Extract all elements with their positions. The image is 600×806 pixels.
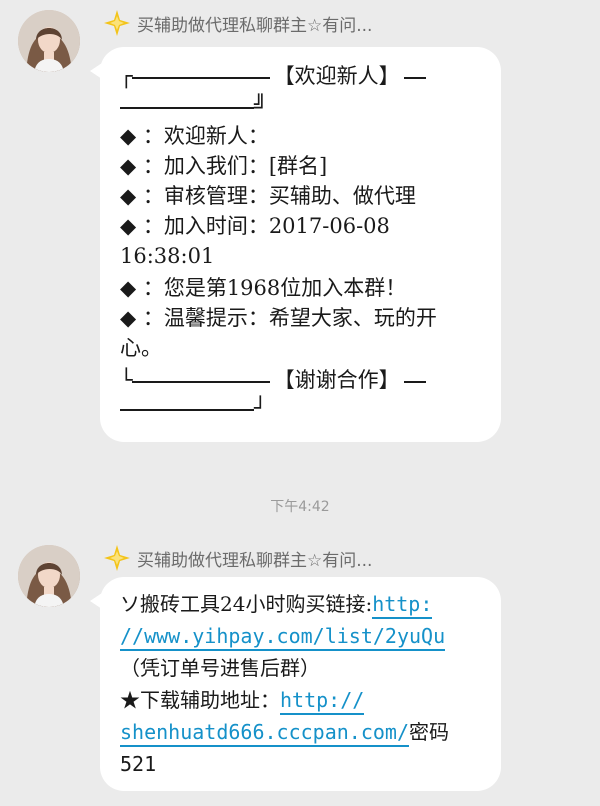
card-footer-underline: ┘	[120, 393, 485, 423]
frame-rule	[131, 380, 270, 383]
purchase-link[interactable]: //www.yihpay.com/list/2yuQu	[120, 624, 446, 651]
purchase-label: ソ搬砖工具24小时购买链接:	[120, 592, 373, 616]
card-line: ◆ ：您是第1968位加入本群！	[120, 276, 407, 300]
frame-corner: ┘	[254, 396, 267, 420]
diamond-badge-icon	[104, 545, 130, 571]
sender-header: 买辅助做代理私聊群主☆有问...	[103, 544, 372, 572]
card-line: ◆ ：加入我们：[群名]	[120, 154, 328, 178]
purchase-link[interactable]: http:	[372, 592, 433, 619]
card-footer: └ 【谢谢合作】	[120, 365, 485, 395]
sender-avatar[interactable]	[18, 10, 80, 72]
diamond-badge-icon	[104, 10, 130, 36]
card-line: ◆ ：审核管理：买辅助、做代理	[120, 184, 416, 208]
card-line: ◆ ：加入时间：2017-06-08	[120, 214, 390, 238]
download-label: ★下载辅助地址：	[120, 688, 280, 712]
card-line: 16:38:01	[120, 244, 215, 268]
frame-corner: ┌	[120, 64, 133, 88]
frame-rule	[403, 76, 426, 79]
frame-corner: └	[120, 368, 133, 392]
chat-message: 买辅助做代理私聊群主☆有问... ソ搬砖工具24小时购买链接:http: //w…	[0, 535, 600, 806]
frame-corner: ╝	[254, 94, 267, 118]
avatar-portrait-icon	[18, 545, 80, 607]
card-footer-title: 【谢谢合作】	[273, 368, 400, 392]
message-bubble[interactable]: ┌ 【欢迎新人】 ╝ ◆ ：欢迎新人： ◆ ：加入我们：[群名] ◆ ：审核管理：…	[90, 47, 501, 442]
frame-rule	[131, 76, 270, 79]
card-line: ◆ ：温馨提示：希望大家、玩的开	[120, 306, 437, 330]
message-timestamp: 下午4:42	[270, 499, 330, 515]
download-link[interactable]: shenhuatd666.cccpan.com/	[120, 720, 409, 747]
card-line: 心。	[120, 336, 162, 360]
card-header-title: 【欢迎新人】	[273, 64, 400, 88]
sender-name[interactable]: 买辅助做代理私聊群主☆有问...	[137, 546, 372, 571]
card-header: ┌ 【欢迎新人】	[120, 61, 485, 91]
message-line: ★下载辅助地址：http://	[120, 685, 485, 715]
sender-header: 买辅助做代理私聊群主☆有问...	[103, 9, 372, 37]
sender-name[interactable]: 买辅助做代理私聊群主☆有问...	[137, 11, 372, 36]
message-bubble[interactable]: ソ搬砖工具24小时购买链接:http: //www.yihpay.com/lis…	[90, 577, 501, 791]
message-line: （凭订单号进售后群）	[120, 656, 320, 680]
card-line: ◆ ：欢迎新人：	[120, 124, 269, 148]
message-line: //www.yihpay.com/list/2yuQu	[120, 621, 485, 651]
chat-message: 买辅助做代理私聊群主☆有问... ┌ 【欢迎新人】 ╝ ◆ ：欢迎新人： ◆ ：加…	[0, 0, 600, 450]
password-label: 密码	[408, 720, 449, 744]
message-line: shenhuatd666.cccpan.com/密码	[120, 717, 485, 747]
avatar-portrait-icon	[18, 10, 80, 72]
card-header-underline: ╝	[120, 91, 485, 121]
password-value: 521	[120, 752, 157, 776]
frame-rule	[120, 408, 254, 411]
download-link[interactable]: http://	[280, 688, 365, 715]
message-line: ソ搬砖工具24小时购买链接:http:	[120, 589, 485, 619]
frame-rule	[403, 380, 426, 383]
frame-rule	[120, 106, 254, 109]
sender-avatar[interactable]	[18, 545, 80, 607]
